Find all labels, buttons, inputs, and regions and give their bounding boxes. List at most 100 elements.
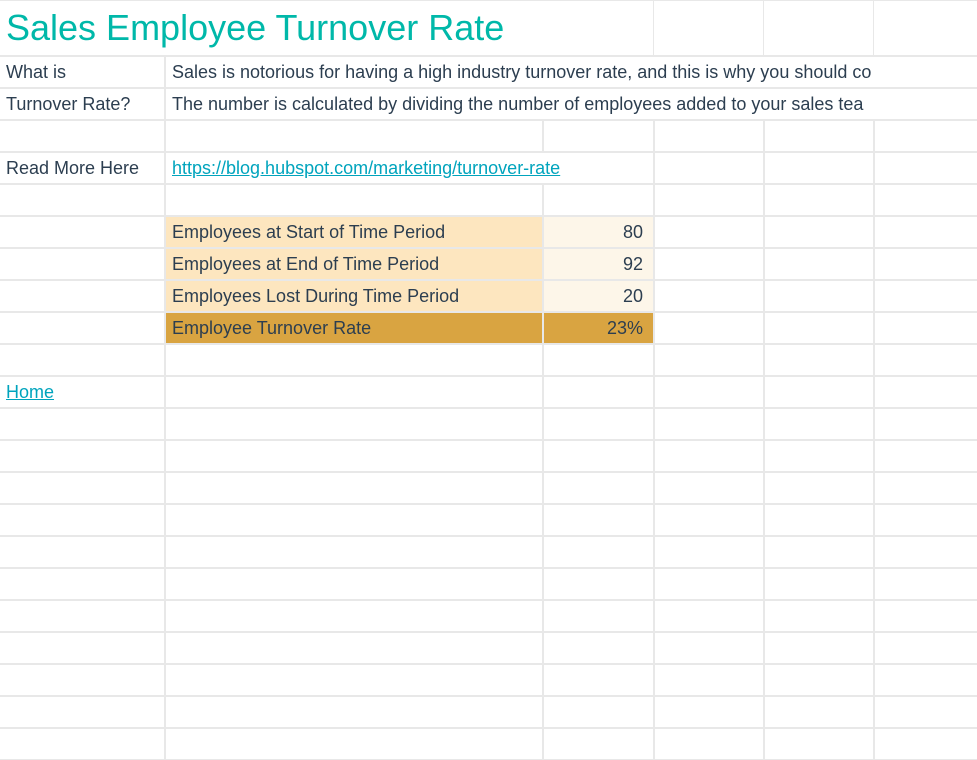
empty-cell[interactable] (0, 408, 165, 440)
empty-cell[interactable] (165, 344, 543, 376)
empty-cell[interactable] (764, 344, 874, 376)
empty-cell[interactable] (654, 184, 764, 216)
empty-cell[interactable] (543, 536, 654, 568)
empty-cell[interactable] (165, 568, 543, 600)
empty-cell[interactable] (764, 696, 874, 728)
empty-cell[interactable] (0, 600, 165, 632)
empty-cell[interactable] (764, 536, 874, 568)
empty-cell[interactable] (165, 696, 543, 728)
empty-cell[interactable] (654, 344, 764, 376)
empty-cell[interactable] (543, 568, 654, 600)
empty-cell[interactable] (764, 120, 874, 152)
empty-cell[interactable] (764, 440, 874, 472)
empty-cell[interactable] (874, 312, 977, 344)
empty-cell[interactable] (654, 632, 764, 664)
empty-cell[interactable] (165, 632, 543, 664)
empty-cell[interactable] (874, 408, 977, 440)
empty-cell[interactable] (0, 632, 165, 664)
empty-cell[interactable] (874, 0, 977, 56)
empty-cell[interactable] (654, 504, 764, 536)
empty-cell[interactable] (0, 312, 165, 344)
empty-cell[interactable] (654, 0, 764, 56)
empty-cell[interactable] (654, 664, 764, 696)
empty-cell[interactable] (874, 152, 977, 184)
empty-cell[interactable] (543, 600, 654, 632)
empty-cell[interactable] (654, 472, 764, 504)
empty-cell[interactable] (654, 408, 764, 440)
empty-cell[interactable] (165, 120, 543, 152)
empty-cell[interactable] (0, 696, 165, 728)
empty-cell[interactable] (764, 568, 874, 600)
empty-cell[interactable] (764, 248, 874, 280)
empty-cell[interactable] (874, 184, 977, 216)
empty-cell[interactable] (165, 440, 543, 472)
empty-cell[interactable] (543, 344, 654, 376)
metric-value[interactable]: 92 (543, 248, 654, 280)
empty-cell[interactable] (874, 344, 977, 376)
empty-cell[interactable] (874, 440, 977, 472)
empty-cell[interactable] (654, 312, 764, 344)
home-link[interactable]: Home (0, 376, 165, 408)
empty-cell[interactable] (543, 472, 654, 504)
empty-cell[interactable] (165, 376, 543, 408)
empty-cell[interactable] (764, 312, 874, 344)
empty-cell[interactable] (874, 248, 977, 280)
empty-cell[interactable] (0, 280, 165, 312)
empty-cell[interactable] (764, 152, 874, 184)
empty-cell[interactable] (874, 120, 977, 152)
empty-cell[interactable] (874, 216, 977, 248)
empty-cell[interactable] (0, 216, 165, 248)
empty-cell[interactable] (0, 536, 165, 568)
empty-cell[interactable] (874, 536, 977, 568)
empty-cell[interactable] (165, 600, 543, 632)
empty-cell[interactable] (0, 568, 165, 600)
empty-cell[interactable] (654, 536, 764, 568)
empty-cell[interactable] (543, 664, 654, 696)
empty-cell[interactable] (0, 440, 165, 472)
empty-cell[interactable] (0, 344, 165, 376)
empty-cell[interactable] (165, 536, 543, 568)
empty-cell[interactable] (654, 568, 764, 600)
empty-cell[interactable] (764, 472, 874, 504)
empty-cell[interactable] (874, 696, 977, 728)
empty-cell[interactable] (764, 632, 874, 664)
empty-cell[interactable] (543, 696, 654, 728)
empty-cell[interactable] (0, 184, 165, 216)
empty-cell[interactable] (874, 376, 977, 408)
empty-cell[interactable] (654, 440, 764, 472)
empty-cell[interactable] (0, 664, 165, 696)
empty-cell[interactable] (764, 0, 874, 56)
empty-cell[interactable] (543, 632, 654, 664)
empty-cell[interactable] (874, 600, 977, 632)
read-more-link[interactable]: https://blog.hubspot.com/marketing/turno… (165, 152, 654, 184)
empty-cell[interactable] (654, 248, 764, 280)
empty-cell[interactable] (654, 280, 764, 312)
empty-cell[interactable] (764, 216, 874, 248)
empty-cell[interactable] (654, 600, 764, 632)
empty-cell[interactable] (0, 472, 165, 504)
empty-cell[interactable] (654, 696, 764, 728)
empty-cell[interactable] (165, 408, 543, 440)
empty-cell[interactable] (874, 472, 977, 504)
empty-cell[interactable] (165, 504, 543, 536)
empty-cell[interactable] (764, 664, 874, 696)
empty-cell[interactable] (874, 632, 977, 664)
empty-cell[interactable] (543, 120, 654, 152)
empty-cell[interactable] (764, 504, 874, 536)
empty-cell[interactable] (654, 376, 764, 408)
empty-cell[interactable] (654, 152, 764, 184)
empty-cell[interactable] (0, 248, 165, 280)
empty-cell[interactable] (165, 664, 543, 696)
empty-cell[interactable] (874, 280, 977, 312)
empty-cell[interactable] (543, 376, 654, 408)
empty-cell[interactable] (165, 472, 543, 504)
empty-cell[interactable] (874, 568, 977, 600)
empty-cell[interactable] (654, 216, 764, 248)
empty-cell[interactable] (0, 504, 165, 536)
empty-cell[interactable] (0, 120, 165, 152)
metric-value[interactable]: 80 (543, 216, 654, 248)
empty-cell[interactable] (764, 376, 874, 408)
empty-cell[interactable] (165, 184, 543, 216)
empty-cell[interactable] (874, 504, 977, 536)
metric-value[interactable]: 20 (543, 280, 654, 312)
